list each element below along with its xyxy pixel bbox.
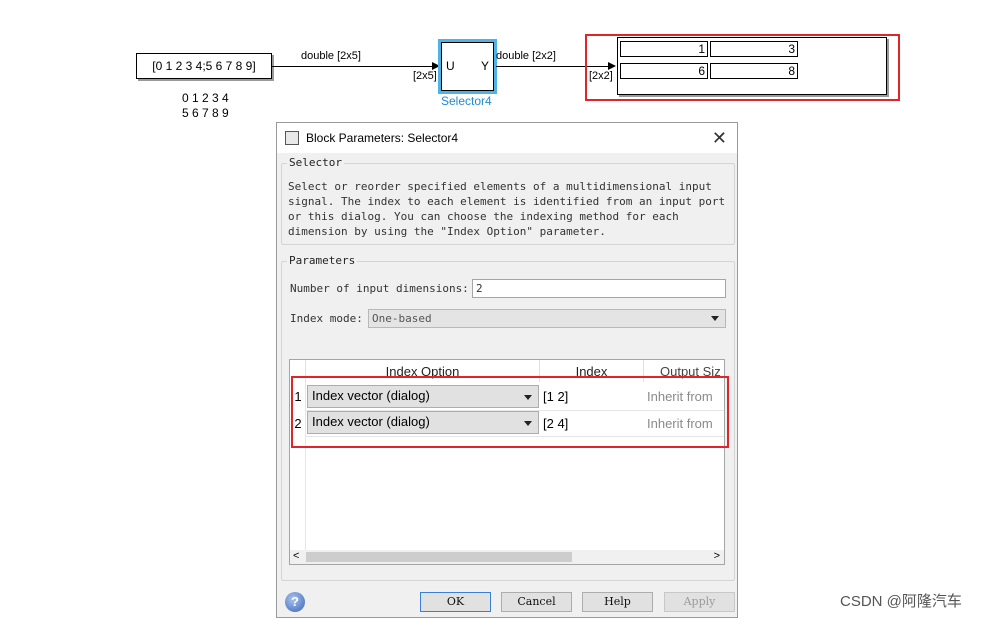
scroll-left-icon[interactable]: <: [293, 550, 299, 562]
dialog-title: Block Parameters: Selector4: [306, 131, 459, 145]
description-text: Select or reorder specified elements of …: [288, 179, 725, 239]
close-button[interactable]: ✕: [712, 128, 727, 149]
description-line: or this dialog. You can choose the index…: [288, 210, 679, 223]
chevron-down-icon: [711, 316, 719, 321]
num-dims-label: Number of input dimensions:: [290, 282, 469, 295]
scroll-right-icon[interactable]: >: [714, 550, 720, 562]
help-button[interactable]: Help: [582, 592, 653, 612]
selector-group-title: Selector: [287, 156, 344, 169]
ok-button[interactable]: OK: [420, 592, 491, 612]
dialog-titlebar[interactable]: Block Parameters: Selector4 ✕: [277, 123, 737, 153]
num-dims-input[interactable]: 2: [472, 279, 726, 298]
horizontal-scrollbar[interactable]: < >: [290, 550, 724, 564]
index-mode-value: One-based: [372, 312, 432, 325]
cancel-button[interactable]: Cancel: [501, 592, 572, 612]
simulink-block-icon: [285, 131, 299, 145]
signal-label-1: double [2x5]: [301, 50, 361, 62]
parameters-group-title: Parameters: [287, 254, 358, 267]
signal-label-2: double [2x2]: [496, 50, 556, 62]
constant-value: [0 1 2 3 4;5 6 7 8 9]: [152, 59, 256, 73]
annotation-line-2: 5 6 7 8 9: [182, 106, 229, 120]
selector-input-port: U: [446, 59, 455, 73]
signal-line-1[interactable]: [272, 66, 432, 67]
table-highlight-box: [291, 376, 729, 448]
selector-output-port: Y: [480, 59, 489, 73]
selector-block[interactable]: U Y: [438, 39, 497, 94]
apply-button[interactable]: Apply: [664, 592, 735, 612]
index-mode-label: Index mode:: [290, 312, 363, 325]
constant-annotation: 0 1 2 3 4 5 6 7 8 9: [182, 91, 229, 121]
help-icon[interactable]: ?: [285, 592, 305, 612]
watermark: CSDN @阿隆汽车: [840, 593, 962, 610]
description-line: Select or reorder specified elements of …: [288, 180, 712, 193]
signal-arrow-1-icon: [432, 62, 440, 70]
description-line: signal. The index to each element is ide…: [288, 195, 726, 208]
scrollbar-thumb[interactable]: [306, 552, 572, 562]
selector-block-name[interactable]: Selector4: [441, 94, 492, 108]
constant-block[interactable]: [0 1 2 3 4;5 6 7 8 9]: [136, 53, 272, 79]
index-mode-select[interactable]: One-based: [368, 309, 726, 328]
display-highlight-box: [585, 34, 900, 101]
description-line: dimension by using the "Index Option" pa…: [288, 225, 606, 238]
port-dimension-in: [2x5]: [413, 70, 437, 82]
annotation-line-1: 0 1 2 3 4: [182, 91, 229, 105]
